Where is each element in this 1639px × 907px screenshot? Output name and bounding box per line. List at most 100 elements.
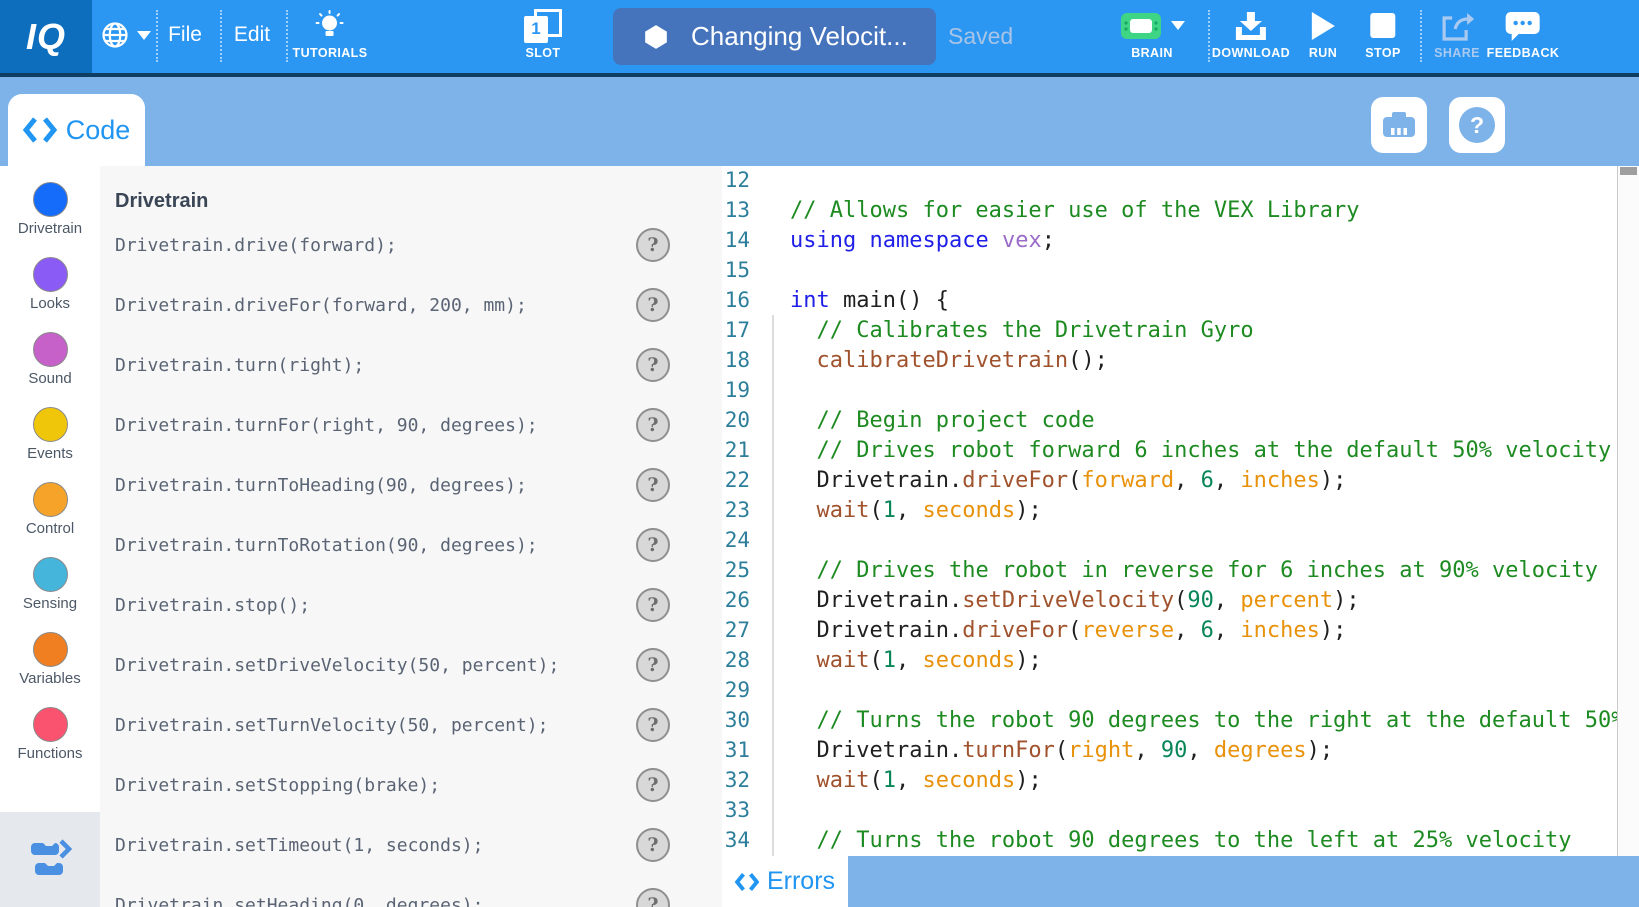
- sidebar-item-events[interactable]: Events: [0, 397, 100, 472]
- command-row[interactable]: Drivetrain.turn(right);?: [100, 347, 722, 383]
- line-content: // Drives the robot in reverse for 6 inc…: [790, 558, 1598, 583]
- command-row[interactable]: Drivetrain.driveFor(forward, 200, mm);?: [100, 287, 722, 323]
- code-token: [790, 558, 817, 583]
- tutorials-button[interactable]: TUTORIALS: [293, 7, 368, 60]
- brain-port-icon: [1380, 109, 1418, 141]
- command-row[interactable]: Drivetrain.setTimeout(1, seconds);?: [100, 827, 722, 863]
- tab-code[interactable]: Code: [8, 94, 145, 166]
- code-editor[interactable]: 12 13 // Allows for easier use of the VEX …: [722, 166, 1639, 907]
- code-brackets-icon: [735, 871, 759, 893]
- category-color-dot: [33, 257, 68, 292]
- language-menu[interactable]: [100, 20, 151, 50]
- command-text: Drivetrain.turnFor(right, 90, degrees);: [115, 415, 538, 436]
- line-number: 33: [722, 798, 750, 822]
- code-token: );: [1307, 738, 1334, 763]
- sidebar-item-drivetrain[interactable]: Drivetrain: [0, 172, 100, 247]
- command-help-button[interactable]: ?: [636, 528, 670, 562]
- category-label: Events: [27, 445, 73, 462]
- code-token: // Turns the robot 90 degrees to the rig…: [817, 708, 1639, 733]
- help-button[interactable]: ?: [1449, 97, 1505, 153]
- command-help-button[interactable]: ?: [636, 708, 670, 742]
- sidebar-item-sensing[interactable]: Sensing: [0, 547, 100, 622]
- code-token: // Drives the robot in reverse for 6 inc…: [817, 558, 1598, 583]
- sidebar-item-functions[interactable]: Functions: [0, 697, 100, 772]
- sidebar-item-looks[interactable]: Looks: [0, 247, 100, 322]
- slot-button[interactable]: 1 SLOT: [524, 7, 562, 60]
- brain-button[interactable]: BRAIN: [1119, 7, 1185, 60]
- tab-toolbar: Code ?: [0, 77, 1639, 166]
- download-button[interactable]: DOWNLOAD: [1212, 7, 1290, 60]
- run-button[interactable]: RUN: [1309, 7, 1337, 60]
- line-number: 12: [722, 168, 750, 192]
- command-row[interactable]: Drivetrain.setHeading(0, degrees);?: [100, 887, 722, 907]
- command-row[interactable]: Drivetrain.turnToHeading(90, degrees);?: [100, 467, 722, 503]
- command-help-button[interactable]: ?: [636, 828, 670, 862]
- code-token: seconds: [922, 768, 1015, 793]
- command-help-button[interactable]: ?: [636, 648, 670, 682]
- code-token: degrees: [1214, 738, 1307, 763]
- code-line: 25 // Drives the robot in reverse for 6 …: [722, 555, 1639, 585]
- line-content: Drivetrain.turnFor(right, 90, degrees);: [790, 738, 1333, 763]
- command-help-button[interactable]: ?: [636, 348, 670, 382]
- device-info-button[interactable]: [1371, 97, 1427, 153]
- lightbulb-icon: [313, 9, 347, 43]
- project-name: Changing Velocit...: [691, 21, 908, 52]
- feedback-button[interactable]: FEEDBACK: [1487, 7, 1560, 60]
- sidebar-item-variables[interactable]: Variables: [0, 622, 100, 697]
- code-token: [856, 228, 869, 253]
- file-menu[interactable]: File: [155, 23, 215, 47]
- edit-menu[interactable]: Edit: [222, 23, 282, 47]
- code-token: wait: [817, 498, 870, 523]
- category-color-dot: [33, 707, 68, 742]
- code-token: 1: [883, 648, 896, 673]
- command-help-button[interactable]: ?: [636, 768, 670, 802]
- stop-label: STOP: [1365, 46, 1400, 60]
- command-text: Drivetrain.driveFor(forward, 200, mm);: [115, 295, 527, 316]
- scrollbar-thumb[interactable]: [1620, 167, 1637, 175]
- project-name-button[interactable]: Changing Velocit...: [613, 8, 936, 65]
- code-token: // Drives robot forward 6 inches at the …: [817, 438, 1612, 463]
- command-help-button[interactable]: ?: [636, 228, 670, 262]
- top-toolbar: IQ File Edit: [0, 0, 1639, 77]
- line-content: Drivetrain.driveFor(forward, 6, inches);: [790, 468, 1346, 493]
- command-row[interactable]: Drivetrain.turnToRotation(90, degrees);?: [100, 527, 722, 563]
- command-row[interactable]: Drivetrain.setDriveVelocity(50, percent)…: [100, 647, 722, 683]
- command-text: Drivetrain.stop();: [115, 595, 310, 616]
- editor-scrollbar[interactable]: [1617, 166, 1639, 856]
- code-token: ,: [896, 768, 923, 793]
- stop-button[interactable]: STOP: [1365, 7, 1400, 60]
- blocks-toggle-button[interactable]: [0, 812, 100, 907]
- command-text: Drivetrain.setHeading(0, degrees);: [115, 895, 483, 907]
- code-token: right: [1068, 738, 1134, 763]
- category-label: Sensing: [23, 595, 77, 612]
- slot-label: SLOT: [526, 46, 561, 60]
- command-row[interactable]: Drivetrain.setTurnVelocity(50, percent);…: [100, 707, 722, 743]
- tab-errors[interactable]: Errors: [722, 856, 848, 907]
- line-content: // Allows for easier use of the VEX Libr…: [790, 198, 1360, 223]
- command-help-button[interactable]: ?: [636, 408, 670, 442]
- command-row[interactable]: Drivetrain.turnFor(right, 90, degrees);?: [100, 407, 722, 443]
- code-token: 90: [1161, 738, 1188, 763]
- category-color-dot: [33, 482, 68, 517]
- sidebar-item-control[interactable]: Control: [0, 472, 100, 547]
- code-line: 21 // Drives robot forward 6 inches at t…: [722, 435, 1639, 465]
- code-token: namespace: [869, 228, 988, 253]
- code-token: [790, 408, 817, 433]
- command-help-button[interactable]: ?: [636, 288, 670, 322]
- category-label: Control: [26, 520, 74, 537]
- line-number: 13: [722, 198, 750, 222]
- command-row[interactable]: Drivetrain.stop();?: [100, 587, 722, 623]
- command-help-button[interactable]: ?: [636, 468, 670, 502]
- sidebar-item-sound[interactable]: Sound: [0, 322, 100, 397]
- line-content: // Turns the robot 90 degrees to the rig…: [790, 708, 1639, 733]
- category-color-dot: [33, 182, 68, 217]
- category-sidebar: DrivetrainLooksSound Events Control Sensing…: [0, 166, 100, 907]
- code-token: (: [1174, 588, 1187, 613]
- command-help-button[interactable]: ?: [636, 888, 670, 907]
- command-row[interactable]: Drivetrain.drive(forward);?: [100, 227, 722, 263]
- code-token: Drivetrain.: [790, 618, 962, 643]
- command-row[interactable]: Drivetrain.setStopping(brake);?: [100, 767, 722, 803]
- share-button[interactable]: SHARE: [1434, 7, 1480, 60]
- command-help-button[interactable]: ?: [636, 588, 670, 622]
- line-content: calibrateDrivetrain();: [790, 348, 1108, 373]
